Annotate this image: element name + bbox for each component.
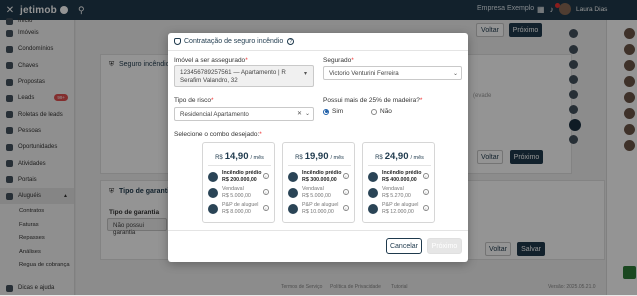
property-select[interactable]: 123456789257561 — Apartamento | R Serafi… [174, 65, 314, 87]
wind-icon [208, 188, 218, 198]
help-icon[interactable]: ? [287, 38, 295, 45]
insurer-select[interactable]: Victorio Venturini Ferreira [323, 66, 462, 80]
combo-card-2[interactable]: R$ 19,90 / mês Incêndio prédio R$ 300.000… [282, 142, 355, 223]
cancel-button[interactable]: Cancelar [386, 238, 422, 254]
combo-label: Selecione o combo desejado:* [174, 131, 262, 138]
insurer-label: Segurado* [323, 57, 354, 64]
info-icon[interactable]: i [263, 189, 269, 195]
coverage-wind: Vendaval R$ 5.000,00 i [287, 186, 352, 202]
info-icon[interactable]: i [343, 205, 349, 211]
chevron-down-icon: ⌄ [305, 111, 311, 117]
fire-icon [208, 172, 218, 182]
next-button[interactable]: Próximo [427, 238, 462, 254]
insurer-value: Victorio Venturini Ferreira [329, 70, 399, 77]
modal-header: Contratação de seguro incêndio ? [168, 33, 468, 51]
combo-price: R$ 19,90 / mês [295, 151, 344, 162]
coverage-rent: P&P de aluguel R$ 12.000,00 i [367, 202, 432, 218]
coverage-rent: P&P de aluguel R$ 8.000,00 i [207, 202, 272, 218]
shield-icon [174, 38, 181, 45]
property-label: Imóvel a ser assegurado* [174, 57, 248, 64]
wood-label: Possui mais de 25% de madeira?* [323, 97, 423, 104]
wood-yes-radio[interactable]: Sim [323, 108, 343, 115]
chevron-down-icon: ▾ [304, 71, 308, 77]
coverage-fire: Incêndio prédio R$ 400.000,00 i [367, 170, 432, 186]
property-line-2: Serafim Valandro, 32 [180, 76, 238, 84]
coverage-wind: Vendaval R$ 5.000,00 i [207, 186, 272, 202]
rent-loss-icon [208, 204, 218, 214]
coverage-rent: P&P de aluguel R$ 10.000,00 i [287, 202, 352, 218]
info-icon[interactable]: i [343, 173, 349, 179]
info-icon[interactable]: i [343, 189, 349, 195]
chevron-down-icon: ⌄ [453, 71, 459, 77]
risk-label: Tipo de risco* [174, 97, 214, 104]
modal-title: Contratação de seguro incêndio [184, 38, 284, 45]
rent-loss-icon [368, 204, 378, 214]
combo-card-3[interactable]: R$ 24,90 / mês Incêndio prédio R$ 400.000… [362, 142, 435, 223]
modal-divider [168, 230, 468, 231]
info-icon[interactable]: i [263, 205, 269, 211]
wind-icon [288, 188, 298, 198]
coverage-wind: Vendaval R$ 5.270,00 i [367, 186, 432, 202]
radio-label: Não [380, 108, 392, 115]
clear-icon[interactable]: ✕ [297, 110, 302, 117]
property-line-1: 123456789257561 — Apartamento | R [180, 69, 286, 76]
wind-icon [368, 188, 378, 198]
insurance-modal: Contratação de seguro incêndio ? Imóvel … [168, 33, 468, 262]
fire-icon [368, 172, 378, 182]
combo-card-1[interactable]: R$ 14,90 / mês Incêndio prédio R$ 200.000… [202, 142, 275, 223]
combo-price: R$ 24,90 / mês [375, 151, 424, 162]
risk-select[interactable]: Residencial Apartamento [174, 107, 314, 121]
radio-empty-icon [371, 108, 377, 115]
radio-selected-icon [323, 108, 329, 115]
fire-icon [288, 172, 298, 182]
combo-price: R$ 14,90 / mês [215, 151, 264, 162]
coverage-fire: Incêndio prédio R$ 200.000,00 i [207, 170, 272, 186]
info-icon[interactable]: i [423, 173, 429, 179]
radio-label: Sim [332, 108, 344, 115]
info-icon[interactable]: i [423, 189, 429, 195]
coverage-fire: Incêndio prédio R$ 300.000,00 i [287, 170, 352, 186]
rent-loss-icon [288, 204, 298, 214]
info-icon[interactable]: i [423, 205, 429, 211]
info-icon[interactable]: i [263, 173, 269, 179]
risk-value: Residencial Apartamento [180, 111, 249, 118]
wood-no-radio[interactable]: Não [371, 108, 392, 115]
